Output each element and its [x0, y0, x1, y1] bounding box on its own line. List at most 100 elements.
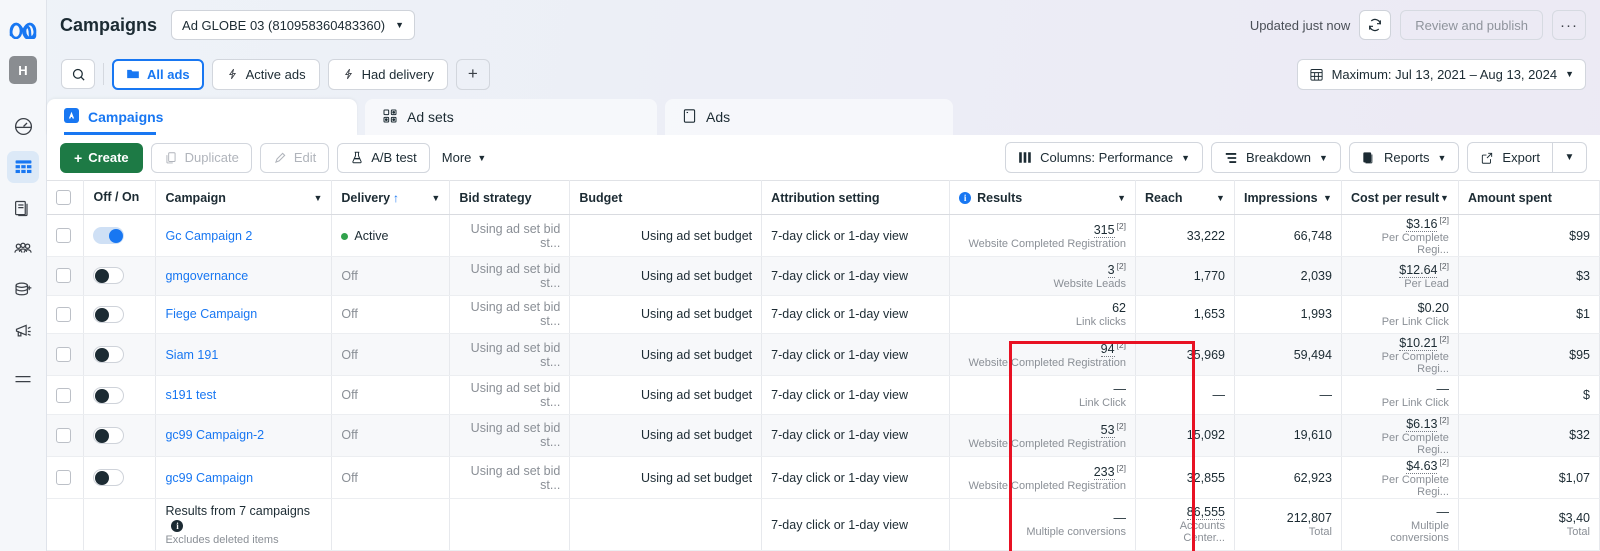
row-toggle-cell[interactable]	[83, 256, 157, 296]
columns-button[interactable]: Columns: Performance ▼	[1005, 142, 1203, 173]
campaign-link[interactable]: s191 test	[165, 388, 216, 402]
row-toggle-cell[interactable]	[83, 456, 157, 500]
table-row[interactable]: gmgovernance Off Using ad set bid st... …	[47, 256, 1600, 296]
create-button[interactable]: + Create	[60, 142, 143, 173]
campaign-link[interactable]: gmgovernance	[165, 269, 248, 283]
filter-chip-all-ads[interactable]: All ads	[112, 58, 204, 90]
tab-ad-sets[interactable]: Ad sets	[365, 99, 657, 135]
campaign-link[interactable]: gc99 Campaign-2	[165, 428, 264, 442]
cost-per-result-cell[interactable]: $10.21 [2] Per Complete Regi...	[1341, 333, 1459, 377]
avatar[interactable]: H	[9, 56, 37, 84]
chevron-down-icon[interactable]: ▼	[1440, 193, 1449, 203]
header-campaign[interactable]: Campaign ▼	[155, 180, 333, 215]
select-all-checkbox[interactable]	[56, 190, 71, 205]
review-and-publish-button[interactable]: Review and publish	[1400, 10, 1543, 40]
cost-per-result-cell[interactable]: $12.64 [2] Per Lead	[1341, 256, 1459, 296]
cost-per-result-cell[interactable]: $4.63 [2] Per Complete Regi...	[1341, 456, 1459, 500]
cost-per-result-cell[interactable]: $3.16 [2] Per Complete Regi...	[1341, 214, 1459, 258]
table-row[interactable]: gc99 Campaign-2 Off Using ad set bid st.…	[47, 414, 1600, 457]
results-cell[interactable]: 3 [2] Website Leads	[949, 256, 1137, 296]
campaign-name-cell[interactable]: Siam 191	[155, 333, 333, 377]
row-checkbox[interactable]	[56, 347, 71, 363]
row-select-cell[interactable]	[47, 295, 85, 335]
header-cost-per-result[interactable]: Cost per result ▼	[1341, 180, 1459, 215]
account-selector[interactable]: Ad GLOBE 03 (810958360483360) ▼	[171, 10, 416, 40]
off-on-toggle[interactable]	[93, 305, 125, 323]
row-toggle-cell[interactable]	[83, 333, 157, 377]
tab-campaigns[interactable]: Campaigns	[47, 99, 357, 135]
off-on-toggle[interactable]	[93, 469, 125, 487]
breakdown-button[interactable]: Breakdown ▼	[1211, 142, 1341, 173]
campaign-name-cell[interactable]: s191 test	[155, 375, 333, 415]
campaign-name-cell[interactable]: gc99 Campaign	[155, 456, 333, 500]
export-dropdown-button[interactable]: ▼	[1553, 142, 1587, 173]
export-button[interactable]: Export	[1467, 142, 1553, 173]
select-all-header[interactable]	[47, 180, 85, 215]
menu-icon[interactable]	[7, 364, 39, 396]
campaigns-table-wrapper[interactable]: Off / On Campaign ▼ Delivery ↑ ▼ Bid str…	[47, 180, 1600, 551]
reports-button[interactable]: Reports ▼	[1348, 142, 1460, 173]
row-checkbox[interactable]	[56, 470, 71, 486]
search-button[interactable]	[61, 59, 95, 89]
row-select-cell[interactable]	[47, 456, 85, 500]
ab-test-button[interactable]: A/B test	[337, 142, 430, 173]
chevron-down-icon[interactable]: ▼	[1117, 193, 1126, 203]
refresh-button[interactable]	[1359, 10, 1392, 40]
off-on-toggle[interactable]	[93, 346, 125, 364]
header-results[interactable]: i Results ▼	[949, 180, 1137, 215]
row-toggle-cell[interactable]	[83, 375, 157, 415]
add-filter-button[interactable]: +	[455, 58, 490, 90]
chevron-down-icon[interactable]: ▼	[1216, 193, 1225, 203]
chevron-down-icon[interactable]: ▼	[1323, 193, 1332, 203]
row-toggle-cell[interactable]	[83, 414, 157, 457]
gauge-icon[interactable]	[7, 110, 39, 142]
row-checkbox[interactable]	[56, 427, 71, 443]
table-icon[interactable]	[7, 151, 39, 183]
billing-icon[interactable]	[7, 274, 39, 306]
row-toggle-cell[interactable]	[83, 214, 157, 258]
results-cell[interactable]: — Link Click	[949, 375, 1137, 415]
campaign-name-cell[interactable]: Gc Campaign 2	[155, 214, 333, 258]
header-delivery[interactable]: Delivery ↑ ▼	[331, 180, 451, 215]
campaign-link[interactable]: Siam 191	[165, 348, 218, 362]
table-row[interactable]: Siam 191 Off Using ad set bid st... Usin…	[47, 333, 1600, 377]
results-cell[interactable]: 94 [2] Website Completed Registration	[949, 333, 1137, 377]
filter-chip-active-ads[interactable]: Active ads	[211, 58, 320, 90]
row-checkbox[interactable]	[56, 268, 71, 284]
campaign-link[interactable]: Gc Campaign 2	[165, 229, 252, 243]
results-cell[interactable]: 315 [2] Website Completed Registration	[949, 214, 1137, 258]
row-toggle-cell[interactable]	[83, 295, 157, 335]
row-checkbox[interactable]	[56, 306, 71, 322]
row-checkbox[interactable]	[56, 387, 71, 403]
more-actions-button[interactable]: More ▼	[442, 150, 487, 165]
table-row[interactable]: gc99 Campaign Off Using ad set bid st...…	[47, 456, 1600, 500]
table-row[interactable]: Gc Campaign 2 Active Using ad set bid st…	[47, 214, 1600, 258]
info-icon[interactable]: i	[959, 191, 972, 204]
pages-icon[interactable]	[7, 192, 39, 224]
row-select-cell[interactable]	[47, 256, 85, 296]
meta-logo-icon[interactable]	[8, 20, 38, 40]
header-impressions[interactable]: Impressions ▼	[1234, 180, 1342, 215]
filter-chip-had-delivery[interactable]: Had delivery	[327, 58, 448, 90]
results-cell[interactable]: 233 [2] Website Completed Registration	[949, 456, 1137, 500]
megaphone-icon[interactable]	[7, 315, 39, 347]
duplicate-button[interactable]: Duplicate	[150, 142, 252, 173]
row-select-cell[interactable]	[47, 414, 85, 457]
off-on-toggle[interactable]	[93, 227, 125, 245]
cost-per-result-cell[interactable]: $0.20 Per Link Click	[1341, 295, 1459, 335]
audience-icon[interactable]	[7, 233, 39, 265]
header-reach[interactable]: Reach ▼	[1135, 180, 1235, 215]
row-select-cell[interactable]	[47, 375, 85, 415]
date-range-selector[interactable]: Maximum: Jul 13, 2021 – Aug 13, 2024 ▼	[1296, 58, 1586, 90]
table-row[interactable]: Fiege Campaign Off Using ad set bid st..…	[47, 295, 1600, 335]
tab-ads[interactable]: Ads	[665, 99, 953, 135]
cost-per-result-cell[interactable]: $6.13 [2] Per Complete Regi...	[1341, 414, 1459, 457]
cost-per-result-cell[interactable]: — Per Link Click	[1341, 375, 1459, 415]
table-row[interactable]: s191 test Off Using ad set bid st... Usi…	[47, 375, 1600, 415]
campaign-name-cell[interactable]: gc99 Campaign-2	[155, 414, 333, 457]
more-options-button[interactable]: ···	[1552, 10, 1586, 40]
chevron-down-icon[interactable]: ▼	[313, 193, 322, 203]
row-select-cell[interactable]	[47, 214, 85, 258]
edit-button[interactable]: Edit	[259, 142, 330, 173]
off-on-toggle[interactable]	[93, 267, 125, 285]
